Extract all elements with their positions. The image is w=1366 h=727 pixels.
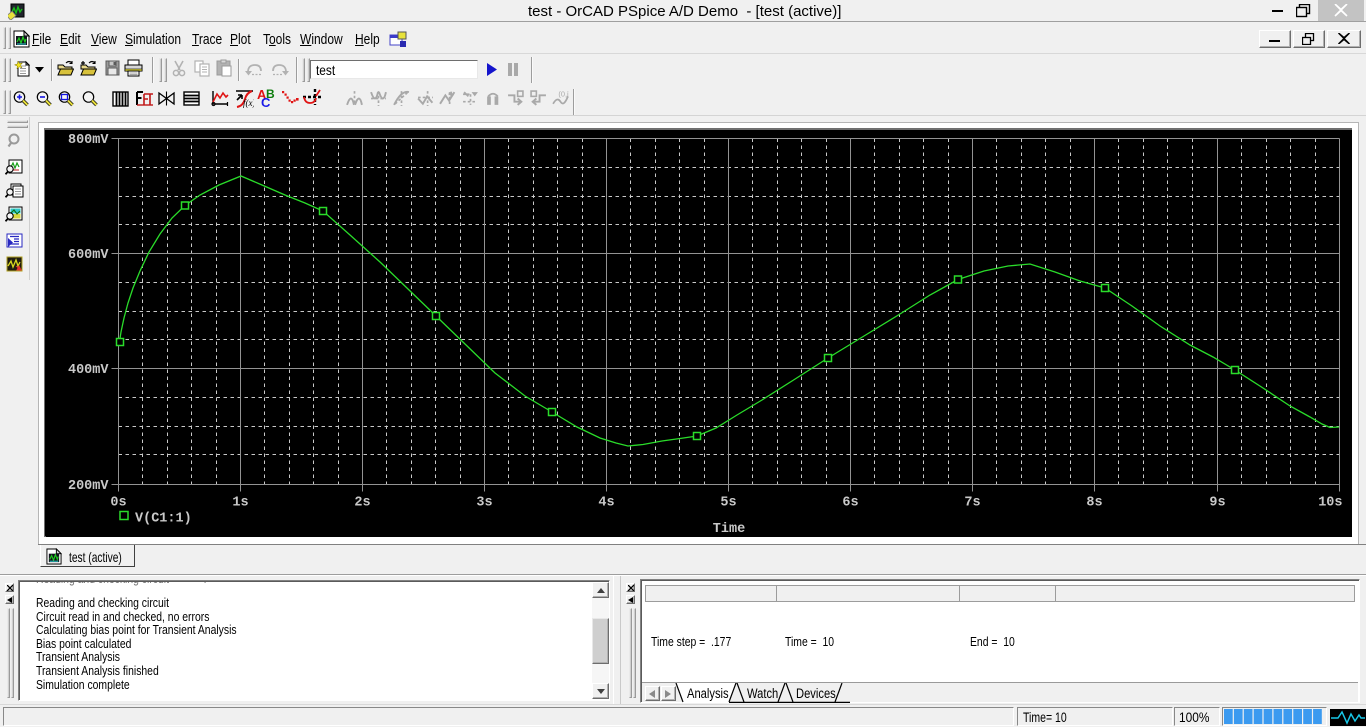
svg-text:1s: 1s: [232, 496, 248, 511]
svg-text:3s: 3s: [476, 496, 492, 511]
svg-text:0s: 0s: [110, 496, 126, 511]
svg-text:8s: 8s: [1086, 496, 1102, 511]
svg-text:400mV: 400mV: [68, 363, 109, 378]
svg-text:Time: Time: [713, 522, 745, 536]
svg-text:4s: 4s: [598, 496, 614, 511]
svg-text:2s: 2s: [354, 496, 370, 511]
svg-text:9s: 9s: [1209, 496, 1225, 511]
svg-text:7s: 7s: [964, 496, 980, 511]
svg-text:6s: 6s: [842, 496, 858, 511]
svg-text:600mV: 600mV: [68, 248, 109, 263]
svg-text:10s: 10s: [1318, 496, 1342, 511]
svg-text:Analysis: Analysis: [687, 686, 729, 701]
svg-text:C: C: [261, 95, 271, 108]
svg-text:V(C1:1): V(C1:1): [135, 512, 192, 527]
svg-text:Devices: Devices: [796, 686, 836, 701]
svg-text:f(x): f(x): [243, 98, 254, 108]
svg-text:200mV: 200mV: [68, 479, 109, 494]
svg-text:800mV: 800mV: [68, 133, 109, 148]
svg-text:Watch: Watch: [747, 686, 778, 701]
svg-text:5s: 5s: [720, 496, 736, 511]
